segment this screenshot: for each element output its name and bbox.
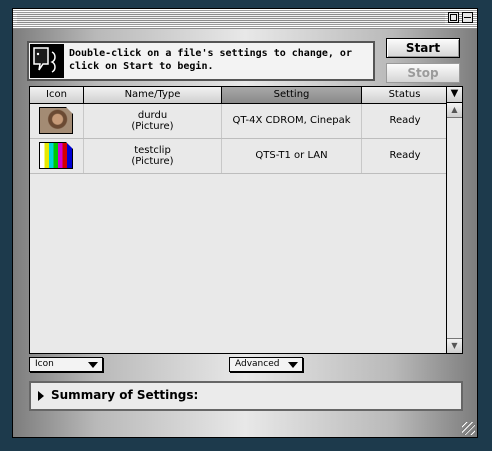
chevron-down-icon [288,362,298,368]
file-name: durdu [137,110,168,121]
vertical-scrollbar[interactable]: ▲ ▼ [446,103,462,353]
status-cell: Ready [389,115,421,126]
status-cell: Ready [389,150,421,161]
stop-button[interactable]: Stop [386,63,460,83]
app-window: Double-click on a file's settings to cha… [12,8,478,438]
table-row[interactable]: durdu (Picture) QT-4X CDROM, Cinepak Rea… [30,104,446,139]
summary-label: Summary of Settings: [51,388,199,402]
table-row[interactable]: testclip (Picture) QTS-T1 or LAN Ready [30,139,446,174]
advanced-label: Advanced [235,359,280,369]
scroll-up-arrow-icon[interactable]: ▲ [447,103,462,118]
sort-order-icon[interactable]: ▼ [446,87,462,103]
collapse-box-icon[interactable] [462,12,473,23]
resize-grip-icon[interactable] [462,422,475,435]
column-header-name-type[interactable]: Name/Type [84,87,222,103]
view-mode-popup[interactable]: Icon [29,357,103,372]
scroll-down-arrow-icon[interactable]: ▼ [447,338,462,353]
chevron-down-icon [88,362,98,368]
column-header-setting[interactable]: Setting [222,87,362,103]
file-list-table: Icon Name/Type Setting Status ▼ durdu (P… [29,86,463,354]
start-button[interactable]: Start [386,38,460,58]
title-bar[interactable] [13,9,477,29]
summary-disclosure[interactable]: Summary of Settings: [29,381,463,411]
name-type-cell: durdu (Picture) [84,104,222,138]
file-name: testclip [134,145,171,156]
column-header-icon[interactable]: Icon [30,87,84,103]
setting-cell[interactable]: QT-4X CDROM, Cinepak [222,104,362,138]
file-type: (Picture) [131,156,174,167]
photo-thumbnail-icon [39,107,73,134]
column-header-status[interactable]: Status [362,87,448,103]
instruction-text: Double-click on a file's settings to cha… [69,48,352,72]
icon-cell [30,139,84,173]
advanced-popup[interactable]: Advanced [229,357,303,372]
color-bars-thumbnail-icon [39,142,73,169]
help-balloon-icon [30,44,64,78]
setting-cell[interactable]: QTS-T1 or LAN [222,139,362,173]
title-bar-stripes [17,13,445,24]
zoom-box-icon[interactable] [448,12,459,23]
icon-cell [30,104,84,138]
disclosure-triangle-icon[interactable] [38,391,44,401]
view-mode-label: Icon [35,359,54,369]
file-type: (Picture) [131,121,174,132]
instruction-panel: Double-click on a file's settings to cha… [27,41,375,81]
table-header: Icon Name/Type Setting Status [30,87,448,104]
name-type-cell: testclip (Picture) [84,139,222,173]
